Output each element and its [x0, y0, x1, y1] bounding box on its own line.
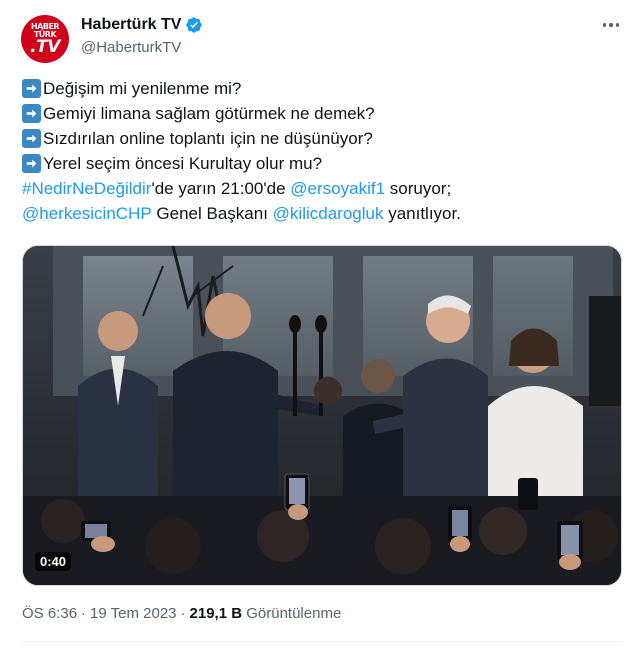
mention-link-ersoyakif1[interactable]: @ersoyakif1: [290, 176, 385, 201]
tweet-line-text: 'de yarın 21:00'de: [151, 179, 291, 198]
meta-separator: ·: [180, 605, 186, 622]
mention-link-herkesicinchp[interactable]: @herkesicinCHP: [22, 201, 152, 226]
tweet-line: Sızdırılan online toplantı için ne düşün…: [22, 126, 622, 151]
video-duration-badge: 0:40: [35, 552, 72, 571]
tweet-line: Değişim mi yenilenme mi?: [22, 76, 622, 101]
tweet-metadata: ÖS 6:36 · 19 Tem 2023 · 219,1 B Görüntül…: [22, 605, 341, 622]
tweet-line: Gemiyi limana sağlam götürmek ne demek?: [22, 101, 622, 126]
author-name-row[interactable]: Habertürk TV: [81, 16, 203, 34]
tweet-card: HABER TÜRK .TV Habertürk TV @HaberturkTV…: [0, 0, 643, 651]
right-arrow-emoji-icon: [22, 79, 41, 98]
mention-link-kilicdarogluk[interactable]: @kilicdarogluk: [273, 201, 384, 226]
hashtag-link[interactable]: #NedirNeDeğildir: [22, 176, 151, 201]
tweet-line-text: Değişim mi yenilenme mi?: [43, 79, 242, 98]
tweet-line: #NedirNeDeğildir'de yarın 21:00'de @erso…: [22, 176, 622, 201]
tweet-line-text: soruyor;: [385, 179, 452, 198]
avatar[interactable]: HABER TÜRK .TV: [21, 15, 69, 63]
tweet-line: Yerel seçim öncesi Kurultay olur mu?: [22, 151, 622, 176]
tweet-line-text: Gemiyi limana sağlam götürmek ne demek?: [43, 104, 375, 123]
tweet-text: Değişim mi yenilenme mi? Gemiyi limana s…: [22, 76, 622, 226]
views-count: 219,1 B: [189, 605, 243, 622]
divider: [22, 641, 622, 642]
video-thumbnail: [23, 246, 621, 585]
avatar-logo-text-tv: .TV: [30, 37, 60, 57]
video-player[interactable]: 0:40: [22, 245, 622, 586]
tweet-date[interactable]: 19 Tem 2023: [90, 605, 176, 622]
verified-badge-icon: [186, 17, 203, 33]
tweet-line-text: Sızdırılan online toplantı için ne düşün…: [43, 129, 373, 148]
author-display-name[interactable]: Habertürk TV: [81, 16, 181, 34]
more-options-icon[interactable]: [596, 14, 626, 36]
right-arrow-emoji-icon: [22, 129, 41, 148]
meta-separator: ·: [81, 605, 87, 622]
tweet-line-text: yanıtlıyor.: [383, 204, 461, 223]
right-arrow-emoji-icon: [22, 154, 41, 173]
tweet-line: @herkesicinCHP Genel Başkanı @kilicdarog…: [22, 201, 622, 226]
tweet-time[interactable]: ÖS 6:36: [22, 605, 77, 622]
tweet-line-text: Yerel seçim öncesi Kurultay olur mu?: [43, 154, 323, 173]
views-label: Görüntülenme: [246, 605, 342, 622]
author-handle[interactable]: @HaberturkTV: [81, 39, 181, 56]
right-arrow-emoji-icon: [22, 104, 41, 123]
tweet-line-text: Genel Başkanı: [151, 204, 273, 223]
